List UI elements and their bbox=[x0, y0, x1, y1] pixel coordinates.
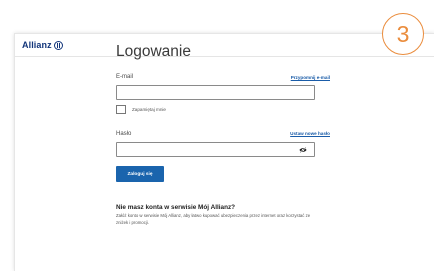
email-field[interactable] bbox=[116, 85, 315, 100]
password-label: Hasło bbox=[116, 131, 132, 137]
allianz-logo[interactable]: Allianz bbox=[22, 40, 63, 50]
password-field[interactable] bbox=[116, 142, 315, 157]
no-account-text: Załóż konto w serwisie Mój Allianz, aby … bbox=[116, 213, 311, 225]
logo-text: Allianz bbox=[22, 40, 52, 50]
step-number-badge: 3 bbox=[382, 13, 424, 55]
remind-email-link[interactable]: Przypomnij e-mail bbox=[291, 75, 330, 80]
remember-me-checkbox[interactable] bbox=[116, 105, 126, 114]
login-button[interactable]: Zaloguj się bbox=[116, 166, 164, 182]
no-account-heading: Nie masz konta w serwisie Mój Allianz? bbox=[116, 204, 236, 211]
site-header: Allianz bbox=[15, 34, 434, 57]
reset-password-link[interactable]: Ustaw nowe hasło bbox=[290, 131, 330, 136]
allianz-eagle-icon bbox=[53, 40, 63, 50]
remember-me-label: Zapamiętaj mnie bbox=[132, 107, 166, 112]
email-label: E-mail bbox=[116, 74, 134, 80]
page-title: Logowanie bbox=[116, 43, 191, 60]
eye-slash-icon[interactable] bbox=[299, 147, 307, 153]
